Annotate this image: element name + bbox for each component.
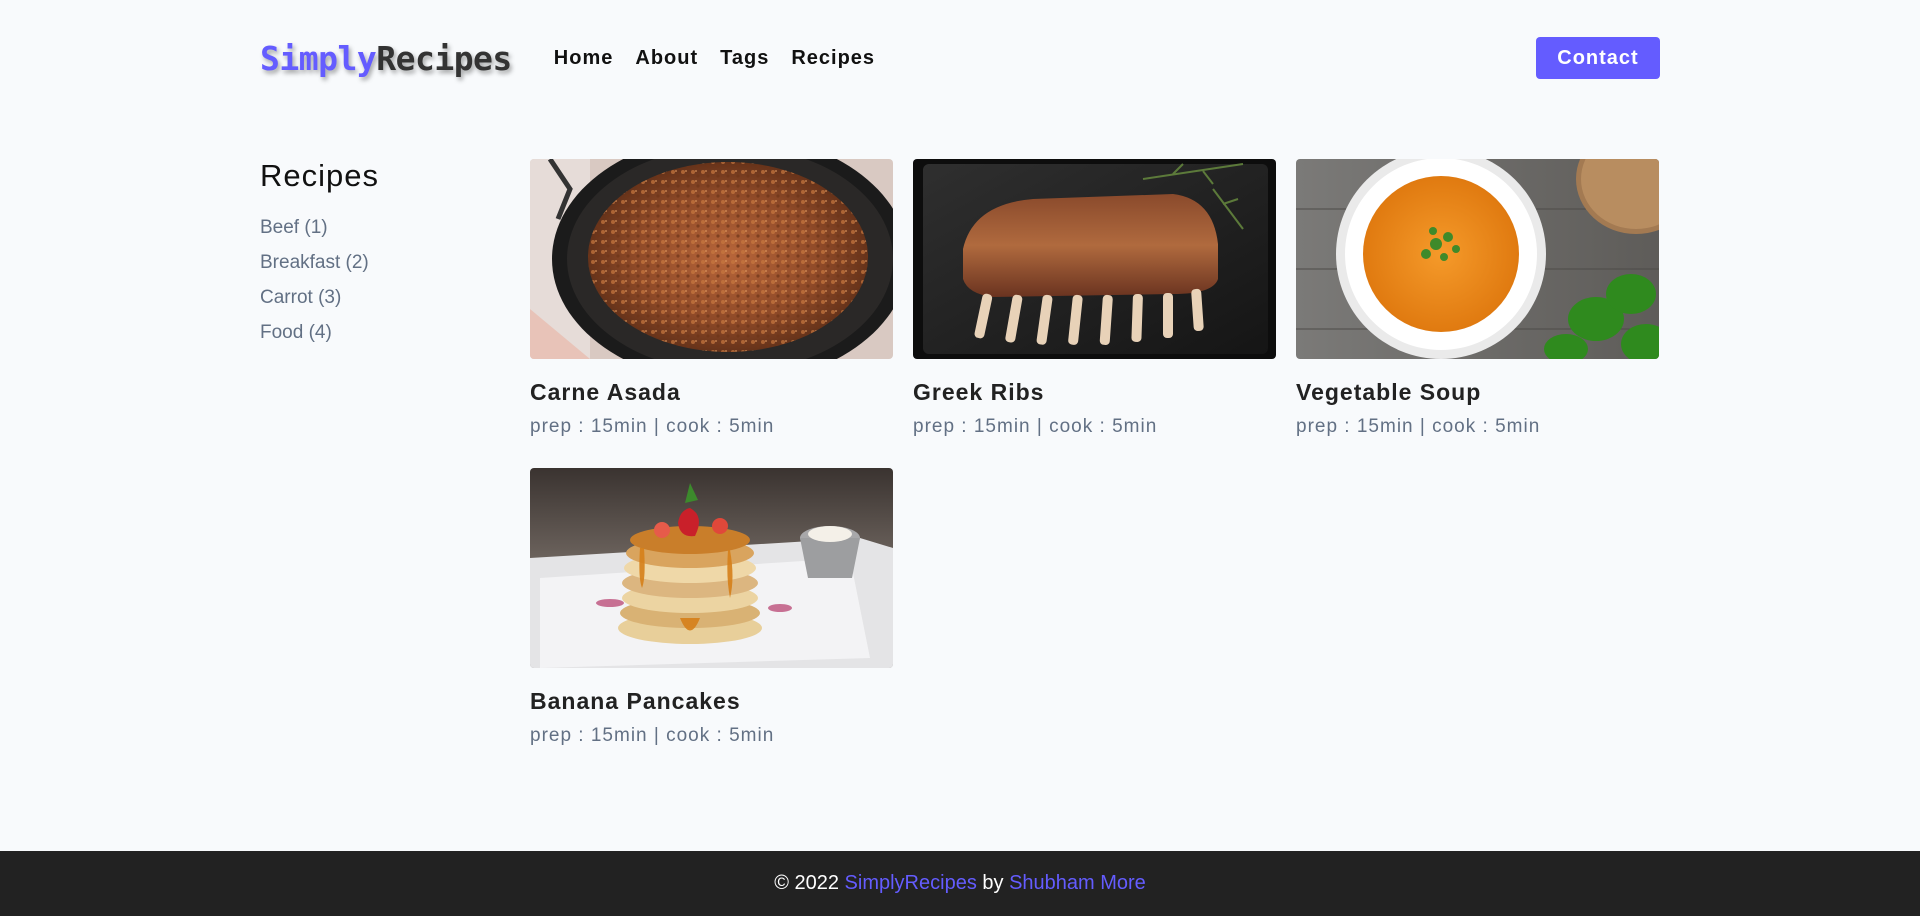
tag-link-carrot[interactable]: Carrot (3): [260, 280, 490, 315]
recipe-meta: prep : 15min | cook : 5min: [1296, 416, 1541, 437]
banana-pancakes-image[interactable]: [530, 468, 893, 668]
recipe-title[interactable]: Carne Asada: [530, 379, 893, 406]
greek-ribs-image[interactable]: [913, 159, 1276, 359]
logo-simply: Simply: [260, 38, 377, 78]
tag-link-beef[interactable]: Beef (1): [260, 210, 490, 245]
sidebar-title: Recipes: [260, 158, 379, 193]
footer-brand-link[interactable]: SimplyRecipes: [845, 872, 977, 895]
contact-button[interactable]: Contact: [1536, 37, 1660, 79]
recipe-title[interactable]: Vegetable Soup: [1296, 379, 1659, 406]
site-logo[interactable]: SimplyRecipes: [260, 39, 512, 78]
footer-copyright: © 2022: [774, 872, 839, 894]
recipe-card-vegetable-soup[interactable]: Vegetable Soup prep : 15min | cook : 5mi…: [1296, 159, 1659, 438]
recipe-meta: prep : 15min | cook : 5min: [530, 416, 775, 437]
recipe-meta: prep : 15min | cook : 5min: [913, 416, 1158, 437]
footer-author-link[interactable]: Shubham More: [1009, 872, 1146, 895]
nav-links: Home About Tags Recipes: [554, 47, 875, 70]
vegetable-soup-image[interactable]: [1296, 159, 1659, 359]
carne-asada-image[interactable]: [530, 159, 893, 359]
nav-about-link[interactable]: About: [635, 47, 698, 70]
recipe-card-greek-ribs[interactable]: Greek Ribs prep : 15min | cook : 5min: [913, 159, 1276, 438]
recipe-card-carne-asada[interactable]: Carne Asada prep : 15min | cook : 5min: [530, 159, 893, 438]
recipe-title[interactable]: Banana Pancakes: [530, 688, 893, 715]
nav-home-link[interactable]: Home: [554, 47, 614, 70]
tags-sidebar: Recipes Beef (1) Breakfast (2) Carrot (3…: [260, 158, 490, 350]
footer-by: by: [982, 872, 1004, 894]
recipe-card-banana-pancakes[interactable]: Banana Pancakes prep : 15min | cook : 5m…: [530, 468, 893, 747]
page-footer: © 2022 SimplyRecipes by Shubham More: [0, 851, 1920, 916]
tag-link-breakfast[interactable]: Breakfast (2): [260, 245, 490, 280]
recipe-meta: prep : 15min | cook : 5min: [530, 725, 775, 746]
recipe-title[interactable]: Greek Ribs: [913, 379, 1276, 406]
nav-recipes-link[interactable]: Recipes: [791, 47, 875, 70]
recipes-grid: Carne Asada prep : 15min | cook : 5min G…: [530, 159, 1660, 747]
top-navbar: SimplyRecipes Home About Tags Recipes Co…: [260, 36, 1660, 80]
tag-link-food[interactable]: Food (4): [260, 315, 490, 350]
nav-tags-link[interactable]: Tags: [720, 47, 769, 70]
logo-recipes: Recipes: [376, 38, 512, 78]
